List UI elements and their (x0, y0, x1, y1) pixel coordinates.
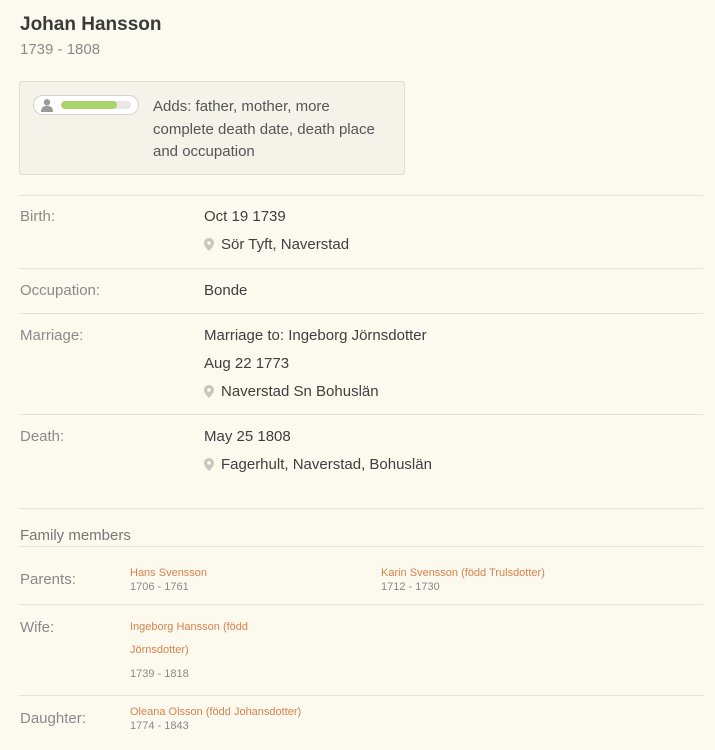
divider (19, 546, 703, 547)
parent-mother-link[interactable]: Karin Svensson (född Trulsdotter) (381, 567, 545, 580)
person-name: Johan Hansson (20, 14, 162, 35)
profile-completeness-indicator (33, 95, 139, 115)
marriage-date: Aug 22 1773 (204, 355, 290, 372)
marriage-place-row: Naverstad Sn Bohuslän (204, 383, 379, 400)
marriage-place: Naverstad Sn Bohuslän (221, 383, 379, 400)
divider (19, 604, 703, 605)
parent-mother-years: 1712 - 1730 (381, 581, 440, 593)
occupation-value: Bonde (204, 282, 248, 299)
wife-name-line1: Ingeborg Hansson (född (130, 621, 249, 633)
wife-label: Wife: (20, 619, 55, 636)
birth-place-row: Sör Tyft, Naverstad (204, 236, 349, 253)
location-pin-icon (204, 385, 214, 398)
parent-father-link[interactable]: Hans Svensson (130, 567, 207, 580)
location-pin-icon (204, 458, 214, 471)
death-place: Fagerhult, Naverstad, Bohuslän (221, 456, 432, 473)
occupation-label: Occupation: (20, 282, 101, 299)
daughter-link[interactable]: Oleana Olsson (född Johansdotter) (130, 706, 301, 719)
divider (19, 508, 703, 509)
birth-place: Sör Tyft, Naverstad (221, 236, 350, 253)
location-pin-icon (204, 238, 214, 251)
family-members-heading: Family members (20, 527, 131, 544)
person-years: 1739 - 1808 (20, 41, 101, 58)
death-date: May 25 1808 (204, 428, 291, 445)
adds-info-box: Adds: father, mother, more complete deat… (19, 81, 405, 175)
divider (19, 268, 703, 269)
completeness-fill (61, 101, 117, 109)
divider (19, 195, 703, 196)
completeness-track (61, 101, 131, 109)
marriage-spouse: Marriage to: Ingeborg Jörnsdotter (204, 327, 427, 344)
parent-father-years: 1706 - 1761 (130, 581, 189, 593)
divider (19, 414, 703, 415)
divider (19, 313, 703, 314)
divider (19, 695, 703, 696)
birth-label: Birth: (20, 208, 56, 225)
wife-years: 1739 - 1818 (130, 668, 189, 680)
person-icon (41, 99, 53, 112)
marriage-label: Marriage: (20, 327, 84, 344)
death-label: Death: (20, 428, 65, 445)
daughter-label: Daughter: (20, 710, 86, 727)
daughter-years: 1774 - 1843 (130, 720, 189, 732)
adds-text: Adds: father, mother, more complete deat… (153, 98, 375, 160)
death-place-row: Fagerhult, Naverstad, Bohuslän (204, 456, 432, 473)
wife-name-line2: Jörnsdotter) (130, 644, 189, 656)
birth-date: Oct 19 1739 (204, 208, 286, 225)
parents-label: Parents: (20, 571, 76, 588)
